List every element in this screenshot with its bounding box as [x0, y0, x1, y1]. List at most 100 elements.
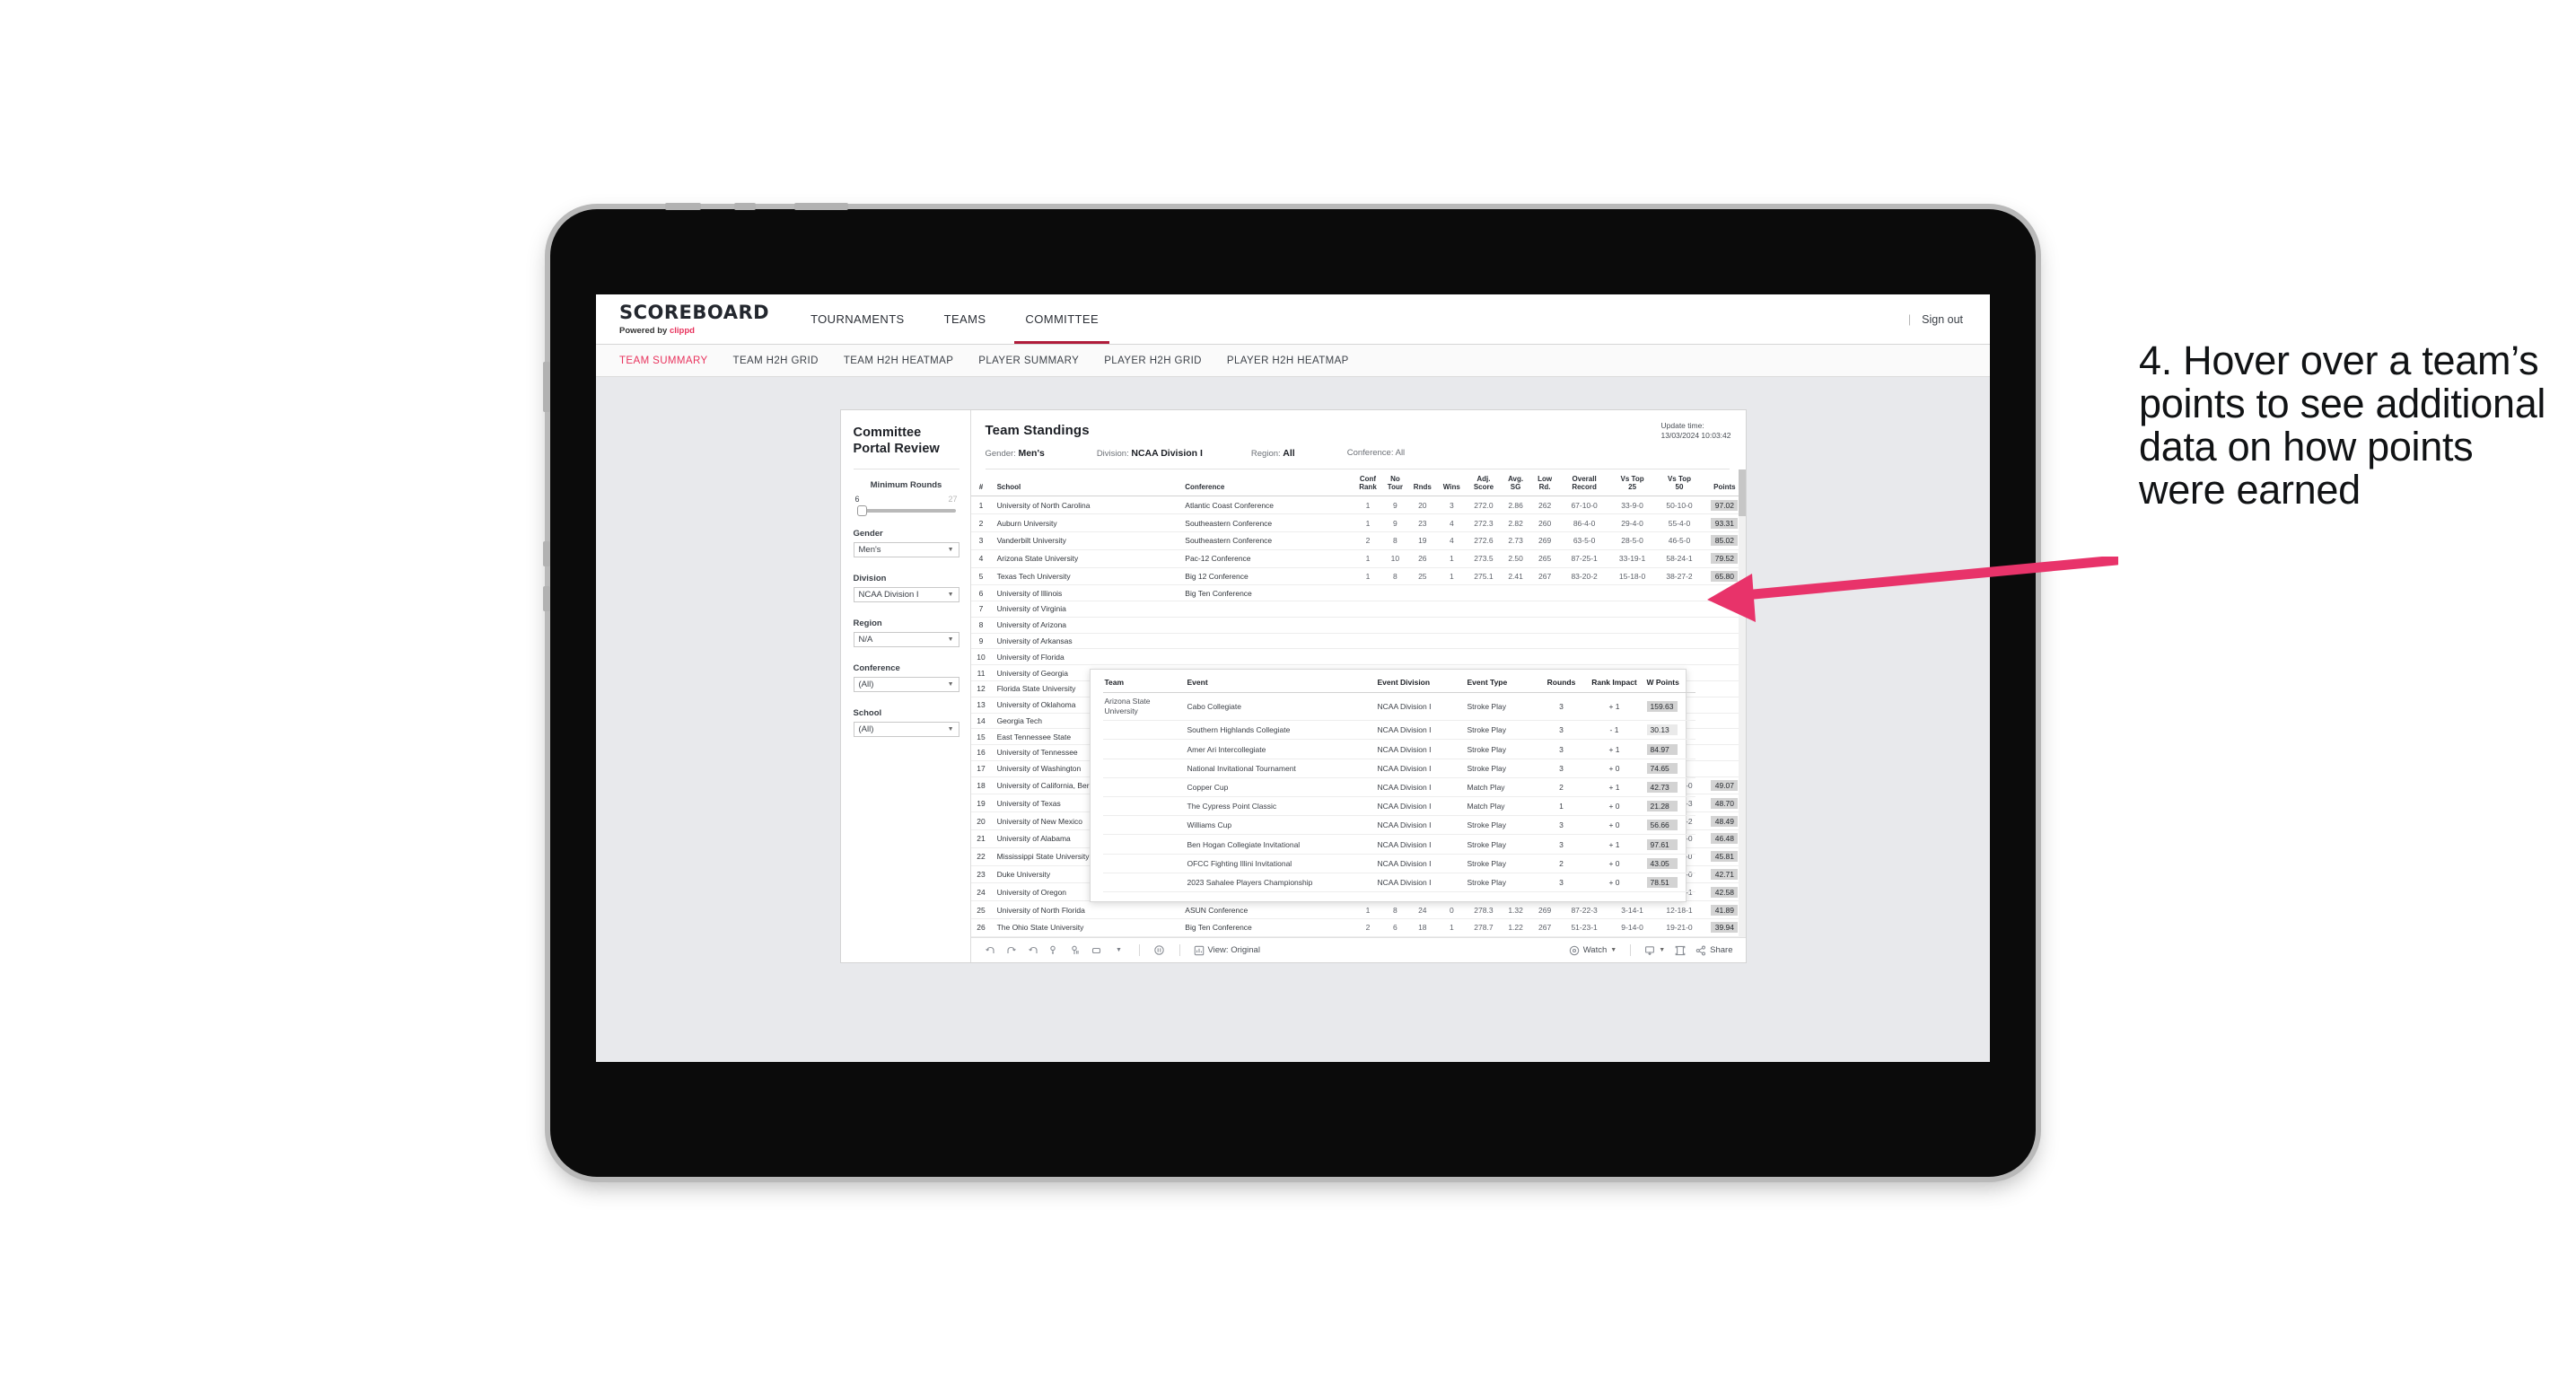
points-chip[interactable]: 49.07 [1711, 780, 1739, 792]
nav-item-tournaments[interactable]: TOURNAMENTS [791, 294, 924, 344]
points-chip[interactable]: 45.81 [1711, 851, 1739, 863]
filter-gender: Gender Men's ▼ [853, 529, 959, 558]
cell-adj-score [1467, 648, 1501, 666]
table-row[interactable]: 8 University of Arizona [970, 617, 1746, 634]
nav-item-committee[interactable]: COMMITTEE [1005, 294, 1118, 344]
refresh-icon[interactable] [1048, 944, 1061, 957]
download-button[interactable]: ▼ [1644, 945, 1665, 956]
standings-col-school[interactable]: School [991, 469, 1180, 497]
table-scrollbar[interactable] [1738, 469, 1746, 937]
standings-col-low-rd[interactable]: Low Rd. [1530, 469, 1559, 497]
filter-gender-select[interactable]: Men's ▼ [853, 542, 959, 558]
cell-conference: Big Ten Conference [1179, 918, 1354, 937]
redo-icon[interactable] [1005, 944, 1018, 957]
minimum-rounds-slider-group: Minimum Rounds 6 27 [854, 480, 959, 517]
standings-col-conf-rank[interactable]: Conf Rank [1354, 469, 1382, 497]
share-button[interactable]: Share [1695, 945, 1733, 956]
table-scrollbar-thumb[interactable] [1738, 469, 1746, 516]
table-row[interactable]: 5 Texas Tech University Big 12 Conference 1… [970, 567, 1746, 586]
rail-title-line2: Portal Review [853, 442, 940, 457]
points-chip[interactable]: 85.02 [1711, 535, 1739, 547]
points-chip[interactable]: 93.31 [1711, 517, 1739, 529]
points-chip[interactable]: 41.89 [1711, 904, 1739, 916]
table-row[interactable]: 4 Arizona State University Pac-12 Conferen… [970, 549, 1746, 568]
undo-icon[interactable] [984, 944, 996, 957]
tooltip-cell-type: Stroke Play [1465, 759, 1539, 778]
tab-player-h2h-grid[interactable]: PLAYER H2H GRID [1104, 355, 1202, 366]
standings-col-vs-top-50[interactable]: Vs Top 50 [1654, 469, 1704, 497]
cell-rnds [1408, 617, 1437, 634]
pause-auto-updates-icon[interactable] [1153, 944, 1166, 957]
device-button-top-1 [665, 203, 701, 210]
cell-conference: Big Ten Conference [1179, 584, 1354, 602]
standings-col-vs-top-25[interactable]: Vs Top 25 [1609, 469, 1655, 497]
device-layout-icon[interactable] [1091, 944, 1104, 957]
filter-region-select[interactable]: N/A ▼ [853, 632, 959, 648]
cell-rank: 9 [970, 633, 992, 650]
tab-player-summary[interactable]: PLAYER SUMMARY [978, 355, 1079, 366]
tab-team-h2h-heatmap[interactable]: TEAM H2H HEATMAP [844, 355, 953, 366]
tooltip-col-type: Event Type [1465, 678, 1539, 693]
points-chip[interactable]: 39.94 [1711, 922, 1739, 934]
cell-rank: 24 [970, 882, 992, 902]
cell-conf-rank: 1 [1354, 567, 1382, 586]
revert-icon[interactable] [1027, 944, 1039, 957]
wpoints-chip: 21.28 [1646, 801, 1678, 812]
tooltip-cell-event: Williams Cup [1185, 815, 1376, 836]
standings-col-avg-sg[interactable]: Avg. SG [1500, 469, 1531, 497]
view-original-button[interactable]: View: Original [1194, 945, 1260, 956]
standings-col-adj-score[interactable]: Adj. Score [1467, 469, 1501, 497]
table-row[interactable]: 9 University of Arkansas [970, 633, 1746, 650]
points-chip[interactable]: 48.70 [1711, 797, 1739, 809]
brand-logo[interactable]: SCOREBOARD Powered by clippd [596, 294, 791, 344]
cell-avg-sg: 2.86 [1500, 496, 1531, 515]
tab-team-h2h-grid[interactable]: TEAM H2H GRID [733, 355, 819, 366]
points-chip[interactable]: 97.02 [1711, 499, 1739, 511]
table-row[interactable]: 7 University of Virginia [970, 601, 1746, 618]
points-chip[interactable]: 42.58 [1711, 886, 1739, 898]
table-row[interactable]: 3 Vanderbilt University Southeastern Confe… [970, 531, 1746, 550]
nav-item-teams[interactable]: TEAMS [924, 294, 1006, 344]
points-chip[interactable]: 42.71 [1711, 868, 1739, 880]
cell-rank: 13 [970, 697, 992, 714]
cell-overall [1558, 648, 1610, 666]
filter-conference-value: (All) [858, 680, 874, 690]
watch-button[interactable]: Watch ▼ [1569, 945, 1617, 956]
table-row[interactable]: 2 Auburn University Southeastern Conferenc… [970, 513, 1746, 532]
annotation-arrow [1707, 557, 2118, 622]
table-row[interactable]: 6 University of Illinois Big Ten Conferenc… [970, 584, 1746, 602]
cell-rank: 20 [970, 811, 992, 830]
standings-col-overall-record[interactable]: Overall Record [1558, 469, 1610, 497]
table-row[interactable]: 25 University of North Florida ASUN Confer… [970, 900, 1746, 919]
points-chip[interactable]: 48.49 [1711, 815, 1739, 827]
filter-division-select[interactable]: NCAA Division I ▼ [853, 587, 959, 603]
tooltip-cell-event: Cabo Collegiate [1185, 692, 1376, 722]
sign-out-link[interactable]: Sign out [1922, 313, 1963, 326]
cell-low-rd: 267 [1530, 567, 1559, 586]
standings-col-[interactable]: # [970, 469, 992, 497]
standings-col-no-tour[interactable]: No Tour [1381, 469, 1409, 497]
tooltip-cell-rounds: 1 [1538, 796, 1584, 817]
wpoints-chip: 74.65 [1646, 762, 1678, 774]
device-layout-caret-icon[interactable]: ▼ [1113, 944, 1126, 957]
pause-icon[interactable] [1070, 944, 1082, 957]
table-row[interactable]: 26 The Ohio State University Big Ten Confe… [970, 918, 1746, 937]
filter-school-select[interactable]: (All) ▼ [853, 722, 959, 738]
standings-col-conference[interactable]: Conference [1179, 469, 1354, 497]
filter-conference-select[interactable]: (All) ▼ [853, 677, 959, 693]
tooltip-cell-rank-impact: + 0 [1583, 873, 1645, 892]
minimum-rounds-handle[interactable] [856, 505, 867, 517]
standings-col-wins[interactable]: Wins [1436, 469, 1468, 497]
tab-team-summary[interactable]: TEAM SUMMARY [619, 355, 708, 366]
fullscreen-icon[interactable] [1674, 944, 1687, 957]
table-row[interactable]: 1 University of North Carolina Atlantic Co… [970, 496, 1746, 515]
minimum-rounds-track[interactable] [856, 505, 956, 517]
points-chip[interactable]: 46.48 [1711, 833, 1739, 845]
cell-low-rd: 262 [1530, 496, 1559, 515]
tooltip-cell-team: Arizona State University [1102, 692, 1186, 722]
table-row[interactable]: 10 University of Florida [970, 648, 1746, 666]
tooltip-cell-division: NCAA Division I [1375, 854, 1466, 873]
tab-player-h2h-heatmap[interactable]: PLAYER H2H HEATMAP [1227, 355, 1349, 366]
cell-vs50: 46-5-0 [1654, 531, 1704, 550]
standings-col-rnds[interactable]: Rnds [1408, 469, 1437, 497]
